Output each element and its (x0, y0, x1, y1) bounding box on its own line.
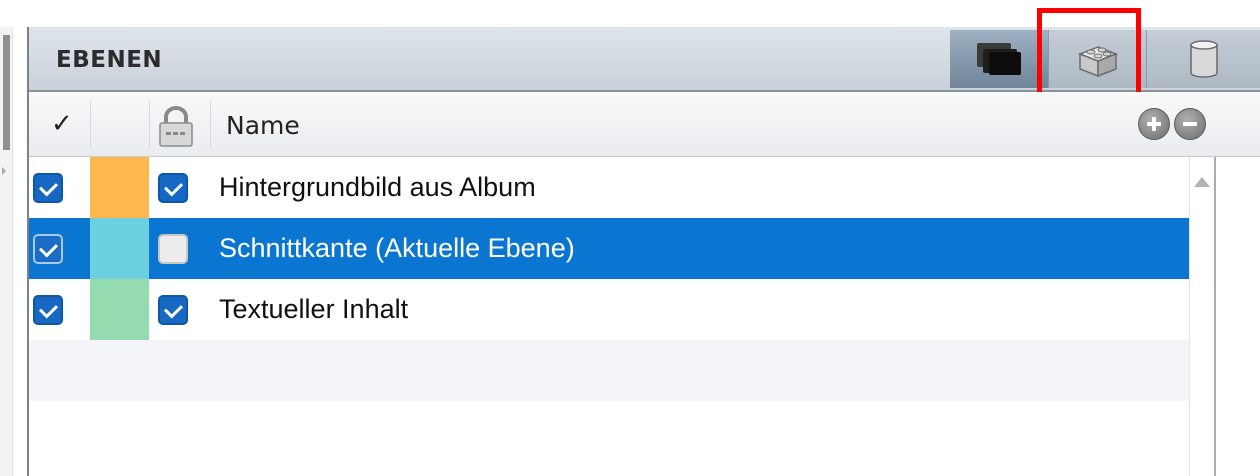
layer-name: Schnittkante (Aktuelle Ebene) (219, 233, 575, 263)
empty-row (29, 340, 1189, 401)
layer-list-scrollbar[interactable] (1189, 157, 1216, 476)
column-separator (90, 100, 91, 148)
visibility-checkbox[interactable] (33, 234, 63, 264)
name-column-header[interactable]: Name (226, 111, 300, 140)
layer-name: Textueller Inhalt (219, 294, 409, 324)
stacked-layers-icon (977, 43, 1021, 75)
minus-circle-icon[interactable] (1174, 108, 1206, 140)
layer-row[interactable]: Textueller Inhalt (29, 279, 1189, 340)
visibility-checkbox[interactable] (33, 173, 63, 203)
layers-view-button[interactable] (950, 30, 1048, 88)
collapse-arrow-icon[interactable] (2, 167, 6, 175)
column-header-row: ✓ Name (29, 92, 1260, 157)
panel-title: EBENEN (56, 47, 163, 73)
panel-header: EBENEN (29, 27, 1260, 92)
lock-checkbox[interactable] (158, 295, 188, 325)
outer-scrollbar[interactable] (0, 27, 13, 476)
plus-circle-icon[interactable] (1138, 108, 1170, 140)
column-separator (149, 100, 150, 148)
scroll-up-arrow-icon[interactable] (1194, 177, 1210, 187)
empty-row (29, 401, 1189, 462)
objects-view-button[interactable] (1048, 30, 1146, 88)
layers-panel: EBENEN ✓ Name Hintergrundbild aus Album … (27, 8, 1260, 476)
database-cylinder-icon (1189, 40, 1218, 78)
layer-color-swatch[interactable] (90, 218, 149, 279)
layer-color-swatch[interactable] (90, 279, 149, 340)
visibility-checkbox[interactable] (33, 295, 63, 325)
column-separator (210, 100, 211, 148)
building-block-icon (1077, 46, 1118, 78)
outer-scrollbar-thumb[interactable] (3, 35, 10, 150)
padlock-icon (159, 106, 193, 147)
layer-name: Hintergrundbild aus Album (219, 172, 536, 202)
visibility-column-header[interactable]: ✓ (51, 109, 73, 139)
database-view-button[interactable] (1146, 30, 1260, 88)
lock-checkbox[interactable] (158, 173, 188, 203)
lock-column-header[interactable] (156, 106, 196, 153)
layer-color-swatch[interactable] (90, 157, 149, 218)
lock-checkbox[interactable] (158, 234, 188, 264)
layer-row-selected[interactable]: Schnittkante (Aktuelle Ebene) (29, 218, 1189, 279)
layer-row[interactable]: Hintergrundbild aus Album (29, 157, 1189, 218)
